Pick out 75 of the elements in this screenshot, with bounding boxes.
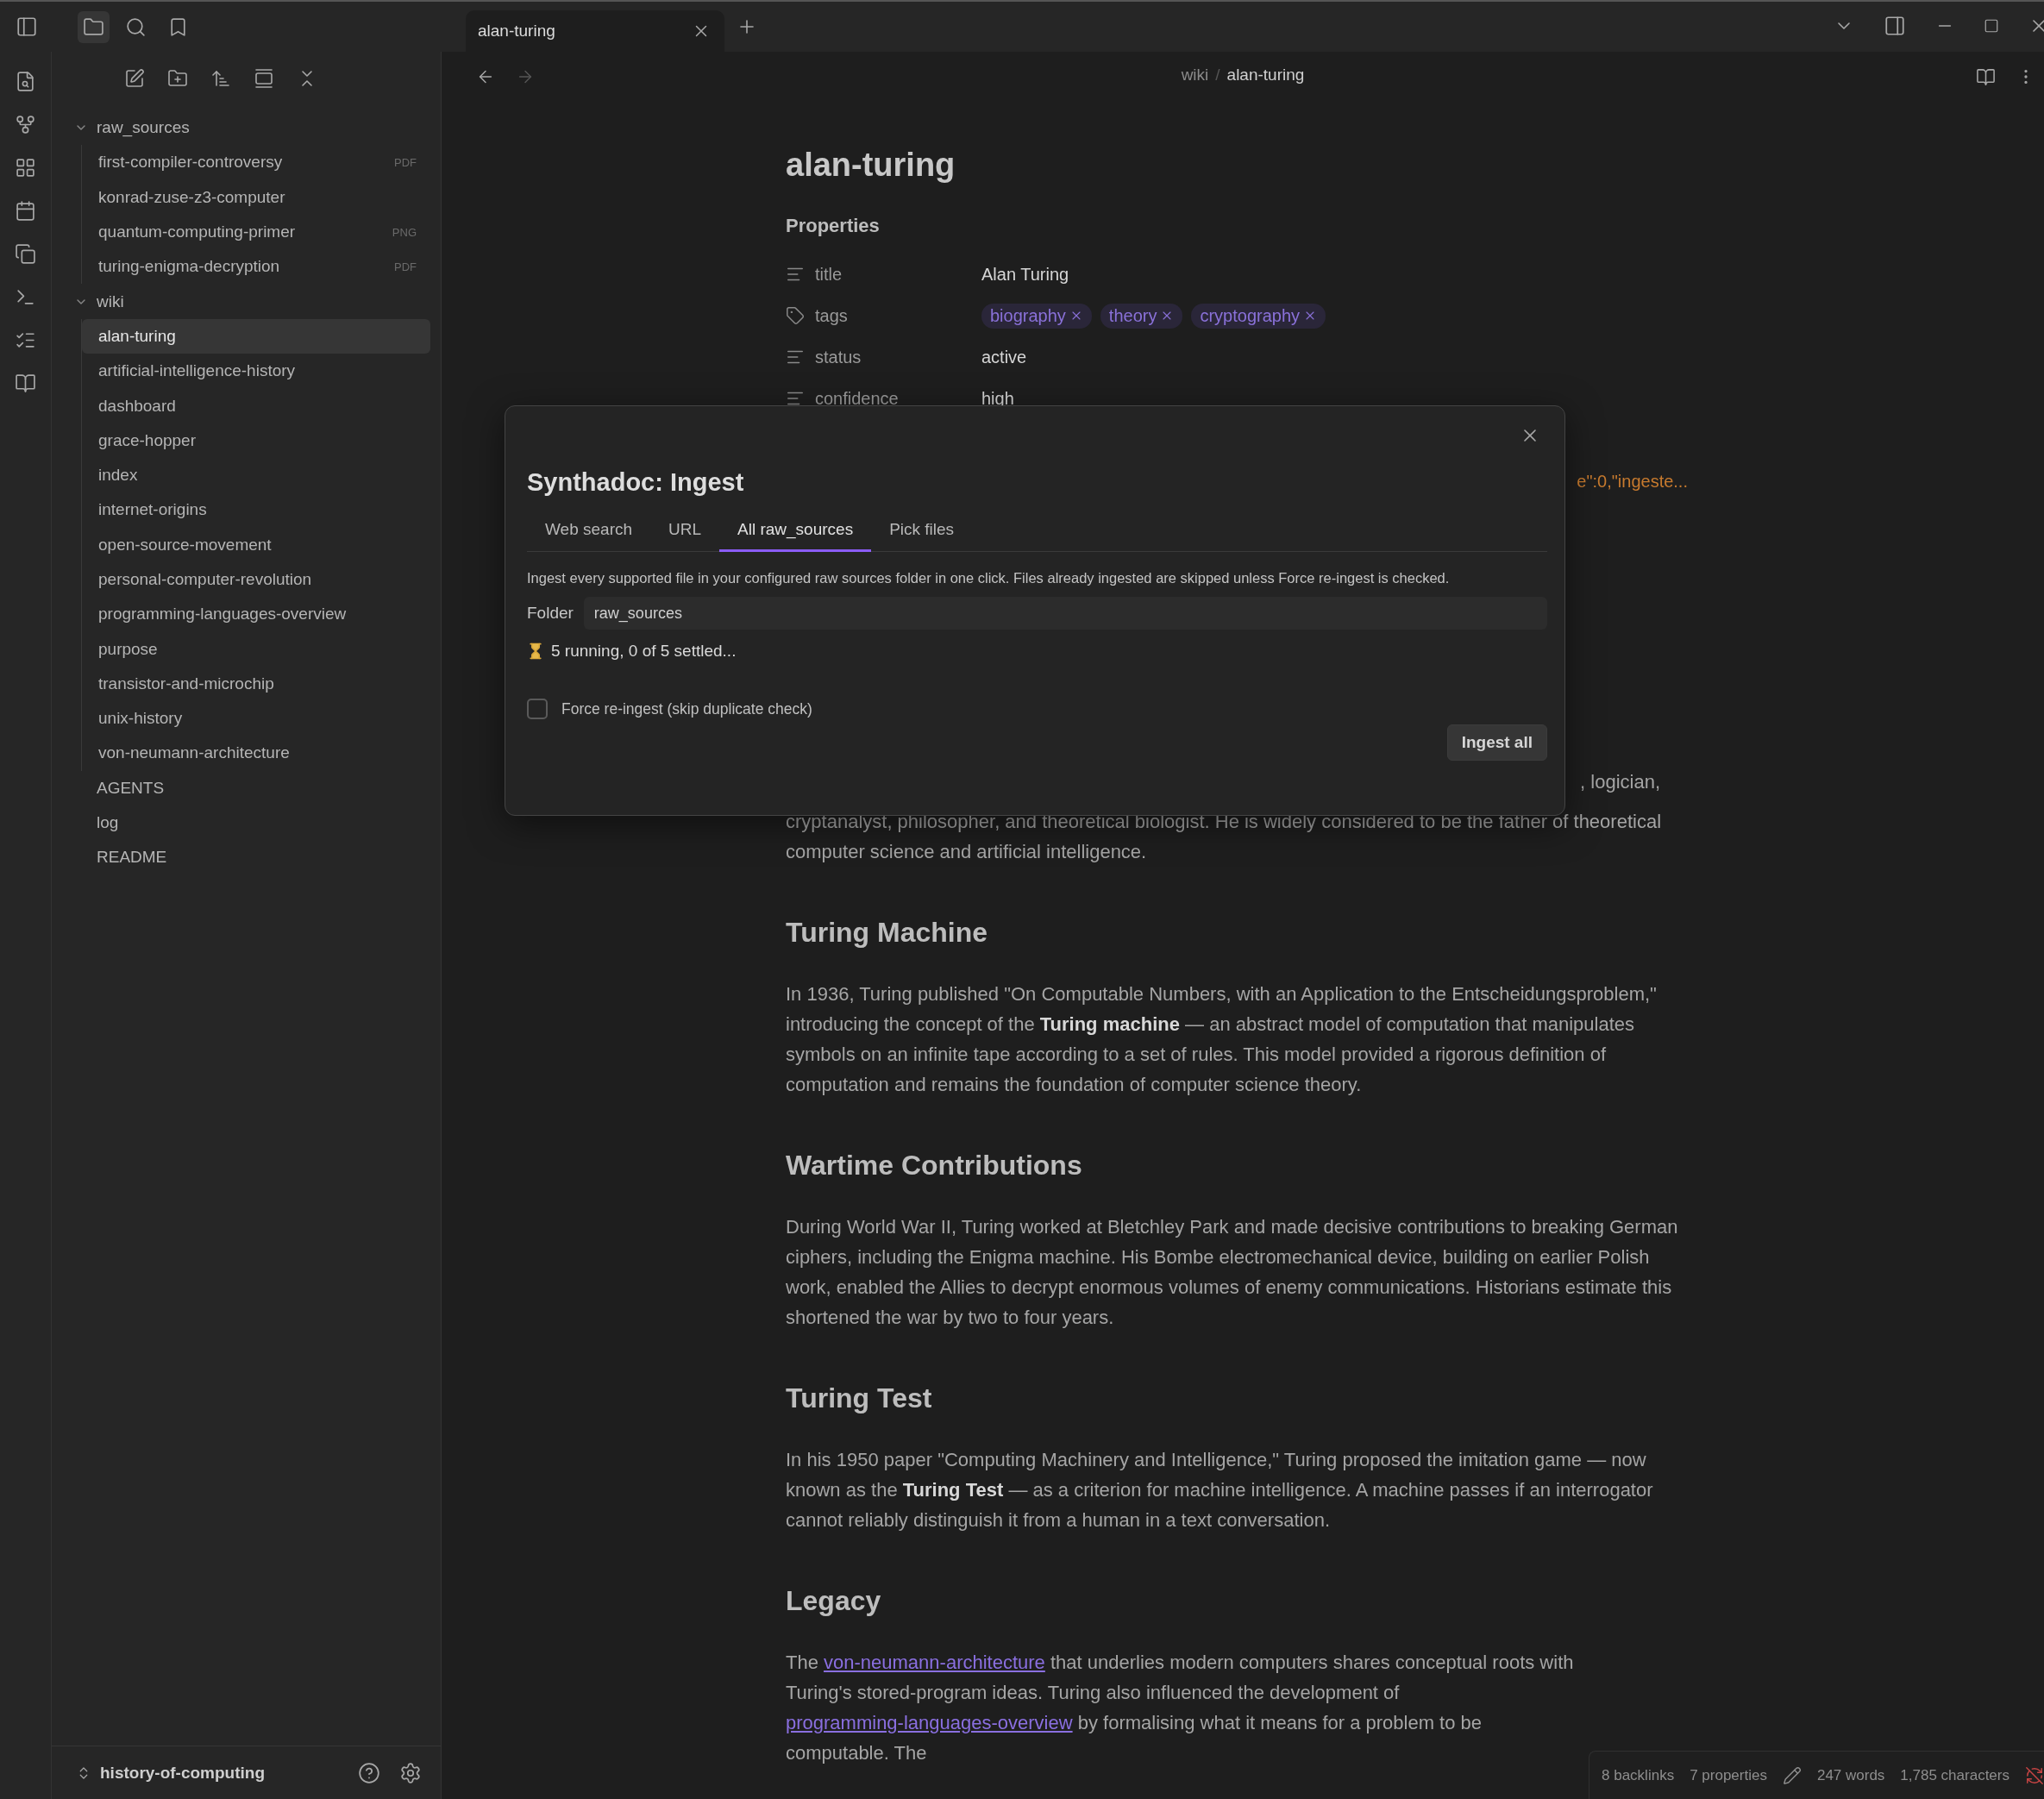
paragraph: The von-neumann-architecture that underlies modern computers shares conceptual roots with Turing's stored-program ideas. Turing also influenced the development of programming-languages-overview by formalising what it means for a problem to be computable. The [786,1651,1575,1765]
file-item[interactable]: turing-enigma-decryption PDF [82,249,430,285]
checkbox-label[interactable]: Force re-ingest (skip duplicate check) [561,699,812,718]
breadcrumb-item[interactable]: alan-turing [1226,66,1305,85]
note-title: alan-turing [786,146,956,185]
word-count: 247 words [1816,1766,1885,1784]
property-name: tags [815,305,848,326]
file-item[interactable]: transistor-and-microchip [82,666,430,702]
tag-pill[interactable]: cryptography [1191,303,1326,329]
note-link[interactable]: von-neumann-architecture [824,1652,1045,1673]
section-heading: Turing Test [786,1382,933,1415]
field-label: Folder [527,604,574,623]
hourglass-icon [527,642,544,660]
ingest-all-button[interactable]: Ingest all [1446,724,1547,761]
folder-item[interactable]: raw_sources [71,110,430,146]
property-name: confidence [815,388,899,409]
file-item[interactable]: personal-computer-revolution [82,561,430,598]
section-heading: Wartime Contributions [786,1149,1083,1182]
paragraph: cryptanalyst, philosopher, and theoretical biologist. He is widely considered to be the father of theoretical computer science and artificial intelligence. [786,810,1663,864]
file-item[interactable]: README [71,840,430,875]
file-item[interactable]: log [71,805,430,841]
file-item[interactable]: alan-turing [82,318,430,354]
progress-status: 5 running, 0 of 5 settled... [551,642,737,661]
tag-pill[interactable]: biography [981,303,1092,329]
file-item[interactable]: first-compiler-controversy PDF [82,145,430,180]
paragraph: In 1936, Turing published "On Computable Numbers, with an Application to the Entscheidungsproblem," introducing the concept of the Turing machine — an abstract model of computation that manipulates symbols on an infinite tape according to a set of rules. This model provided a rigorous definition of computation and remains the foundation of computer science theory. [786,982,1658,1097]
folder-icon[interactable] [78,10,110,43]
file-item[interactable]: open-source-movement [82,527,430,562]
file-item[interactable]: artificial-intelligence-history [82,354,430,389]
file-type-label: PDF [394,260,417,273]
character-count: 1,785 characters [1900,1766,2010,1784]
vault-name[interactable]: history-of-computing [100,1763,266,1783]
dialog-tab[interactable]: All raw_sources [719,511,872,552]
file-item[interactable]: dashboard [82,388,430,423]
pencil-icon[interactable] [1782,1765,1802,1785]
file-type-label: PNG [392,225,417,239]
paragraph-fragment: , logician, [1580,771,1660,793]
file-type-label: PDF [394,155,417,169]
file-item[interactable]: grace-hopper [82,423,430,458]
file-item[interactable]: quantum-computing-primer PNG [82,214,430,250]
file-item[interactable]: index [82,457,430,493]
breadcrumb-separator: / [1215,66,1220,85]
property-name: title [815,264,843,285]
property-name: status [815,347,862,367]
file-item[interactable]: AGENTS [71,770,430,805]
dialog-tab[interactable]: Pick files [871,511,973,552]
property-value[interactable]: active [981,347,1027,367]
dialog-description: Ingest every supported file in your configured raw sources folder in one click. Files already ingested are skipped unless Force re-ingest is checked. [527,569,1451,587]
paragraph: During World War II, Turing worked at Bletchley Park and made decisive contributions to breaking German ciphers, including the Enigma machine. His Bombe electromechanical device, building on earlier Polish work, enabled the Allies to decrypt enormous volumes of enemy communications. Historians estimate this shortened the war by two to four years. [786,1215,1679,1330]
force-reingest-checkbox[interactable] [527,699,548,719]
tag-pill[interactable]: theory [1100,303,1183,329]
dialog-title: Synthadoc: Ingest [527,467,745,498]
folder-field[interactable]: raw_sources [583,597,1547,630]
file-item[interactable]: internet-origins [82,492,430,528]
backlinks-count[interactable]: 8 backlinks [1602,1766,1675,1784]
file-item[interactable]: unix-history [82,701,430,737]
sync-off-icon[interactable] [2025,1765,2044,1785]
section-heading: Turing Machine [786,916,989,950]
property-value: e":0,"ingeste... [1577,472,1688,491]
note-link[interactable]: programming-languages-overview [786,1712,1073,1733]
paragraph: In his 1950 paper "Computing Machinery and Intelligence," Turing proposed the imitation game — now known as the Turing Test — as a criterion for machine intelligence. A machine passes if an interrogator cannot reliably distinguish it from a human in a text conversation. [786,1448,1654,1533]
properties-count: 7 properties [1690,1766,1767,1784]
editor-tab[interactable]: alan-turing [466,10,724,52]
dialog-tab[interactable]: URL [650,511,720,552]
folder-item[interactable]: wiki [71,284,430,319]
tag-icon [786,306,805,325]
section-heading: Legacy [786,1584,882,1618]
breadcrumb-item[interactable]: wiki [1181,66,1209,85]
properties-heading: Properties [786,214,881,238]
file-item[interactable]: konrad-zuse-z3-computer [82,179,430,215]
file-item[interactable]: programming-languages-overview [82,597,430,632]
file-item[interactable]: purpose [82,631,430,667]
property-value[interactable]: Alan Turing [981,264,1069,285]
dialog-tab[interactable]: Web search [527,511,651,552]
file-item[interactable]: von-neumann-architecture [82,736,430,771]
